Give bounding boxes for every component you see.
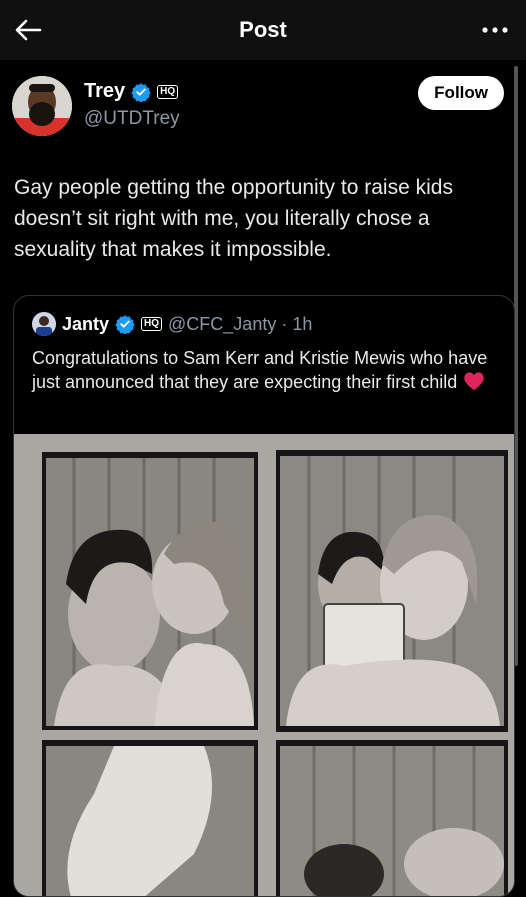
verified-icon xyxy=(131,82,151,102)
quote-header: Janty HQ @CFC_Janty · 1h xyxy=(32,312,312,336)
verified-icon xyxy=(115,315,135,334)
post-text: Gay people getting the opportunity to ra… xyxy=(14,176,453,261)
author-handle[interactable]: @UTDTrey xyxy=(84,108,180,130)
attached-photo[interactable] xyxy=(14,434,514,896)
top-bar: Post xyxy=(0,0,526,60)
arrow-left-icon[interactable] xyxy=(12,14,44,46)
quote-text: Congratulations to Sam Kerr and Kristie … xyxy=(32,346,502,394)
follow-button[interactable]: Follow xyxy=(418,76,504,110)
photo-booth-strips-image xyxy=(14,434,514,896)
quote-text-body: Congratulations to Sam Kerr and Kristie … xyxy=(32,348,488,392)
author-row: Trey HQ xyxy=(84,80,179,103)
avatar[interactable] xyxy=(12,76,72,136)
affiliate-badge: HQ xyxy=(157,84,179,99)
quoted-post[interactable]: Janty HQ @CFC_Janty · 1h Congratulations… xyxy=(13,295,515,897)
page-title: Post xyxy=(239,17,287,42)
quote-author-name: Janty xyxy=(62,313,110,334)
quote-handle-time: @CFC_Janty · 1h xyxy=(168,313,313,334)
affiliate-badge: HQ xyxy=(141,317,163,331)
author-name[interactable]: Trey xyxy=(84,80,125,103)
heart-icon xyxy=(464,372,484,391)
quote-avatar xyxy=(32,312,56,336)
ellipsis-icon[interactable] xyxy=(478,14,512,46)
